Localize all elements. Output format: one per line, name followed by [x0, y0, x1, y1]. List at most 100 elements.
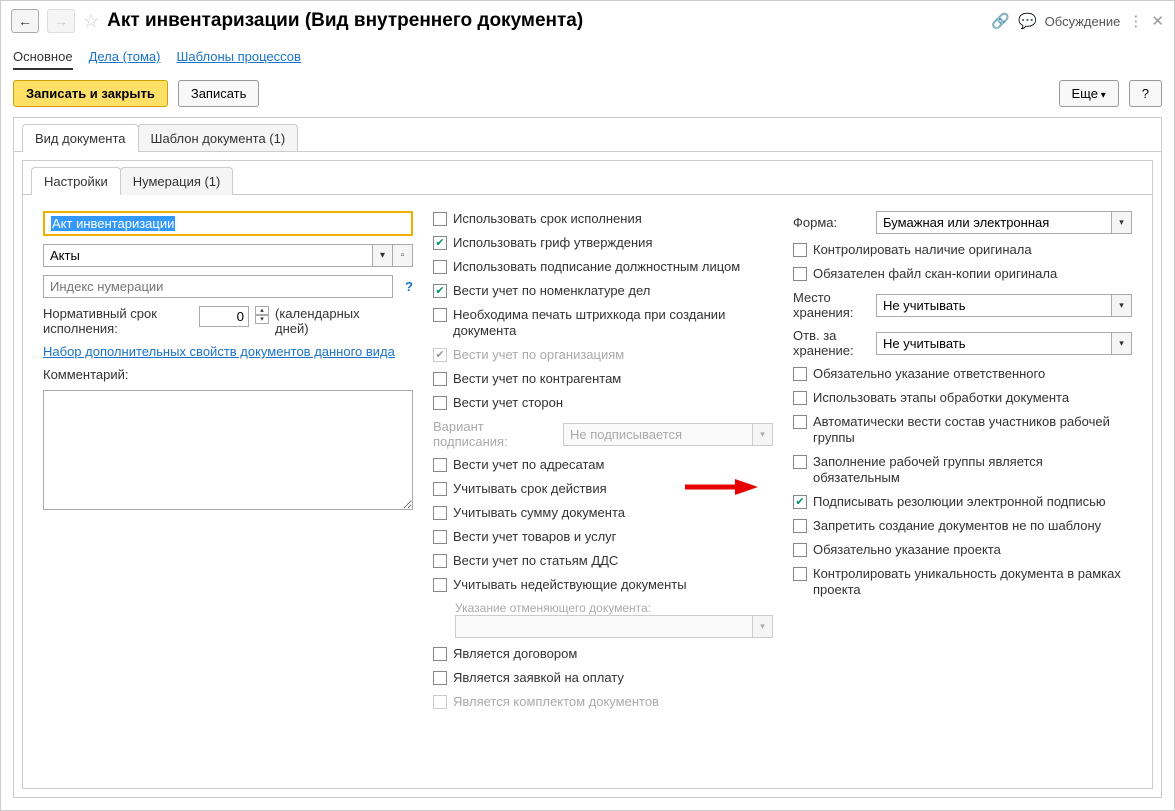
lbl-unique-in-project: Контролировать уникальность документа в … [813, 566, 1132, 598]
lbl-sum: Учитывать сумму документа [453, 505, 625, 521]
lbl-workgroup-required: Заполнение рабочей группы является обяза… [813, 454, 1132, 486]
chk-is-payment[interactable] [433, 671, 447, 685]
lbl-goods: Вести учет товаров и услуг [453, 529, 616, 545]
lbl-is-set: Является комплектом документов [453, 694, 659, 710]
chk-dds[interactable] [433, 554, 447, 568]
lbl-is-contract: Является договором [453, 646, 577, 662]
chk-workgroup-required[interactable] [793, 455, 807, 469]
close-icon[interactable]: ✕ [1151, 12, 1164, 30]
lbl-processing-stages: Использовать этапы обработки документа [813, 390, 1069, 406]
num-index-help[interactable]: ? [405, 279, 413, 294]
favorite-star-icon[interactable]: ☆ [83, 11, 99, 32]
tab-doc-kind[interactable]: Вид документа [22, 124, 139, 152]
norm-unit: (календарных дней) [275, 306, 365, 336]
navtab-cases[interactable]: Дела (тома) [89, 45, 161, 70]
norm-value[interactable] [199, 306, 249, 327]
discuss-link[interactable]: Обсуждение [1045, 14, 1121, 29]
norm-down[interactable]: ▾ [255, 315, 269, 324]
comment-label: Комментарий: [43, 367, 413, 382]
lbl-auto-workgroup: Автоматически вести состав участников ра… [813, 414, 1132, 446]
chk-project-required[interactable] [793, 543, 807, 557]
lbl-parties: Вести учет сторон [453, 395, 563, 411]
lbl-dds: Вести учет по статьям ДДС [453, 553, 618, 569]
store-dd[interactable]: ▾ [1112, 294, 1132, 317]
chk-nomenclature[interactable] [433, 284, 447, 298]
page-title: Акт инвентаризации (Вид внутреннего доку… [107, 10, 983, 32]
addprops-link[interactable]: Набор дополнительных свойств документов … [43, 344, 413, 359]
resp-dd[interactable]: ▾ [1112, 332, 1132, 355]
chk-auto-workgroup[interactable] [793, 415, 807, 429]
chk-unique-in-project[interactable] [793, 567, 807, 581]
lbl-nomenclature: Вести учет по номенклатуре дел [453, 283, 650, 299]
tab-settings[interactable]: Настройки [31, 167, 121, 195]
save-close-button[interactable]: Записать и закрыть [13, 80, 168, 107]
chk-use-deadline[interactable] [433, 212, 447, 226]
help-button[interactable]: ? [1129, 80, 1162, 107]
back-button[interactable]: ← [11, 9, 39, 33]
sign-variant-select [563, 423, 753, 446]
chk-resp-required[interactable] [793, 367, 807, 381]
chk-is-contract[interactable] [433, 647, 447, 661]
sign-variant-label: Вариант подписания: [433, 419, 557, 449]
chk-use-approval[interactable] [433, 236, 447, 250]
discuss-icon[interactable]: 💬 [1018, 12, 1037, 30]
form-dd[interactable]: ▾ [1112, 211, 1132, 234]
more-button[interactable]: Еще [1059, 80, 1119, 107]
form-select[interactable] [876, 211, 1112, 234]
name-field[interactable]: Акт инвентаризации [51, 216, 175, 231]
resp-select[interactable] [876, 332, 1112, 355]
resp-label: Отв. за хранение: [793, 328, 868, 358]
comment-field[interactable] [43, 390, 413, 510]
lbl-invalid-docs: Учитывать недействующие документы [453, 577, 687, 593]
lbl-scan-required: Обязателен файл скан-копии оригинала [813, 266, 1057, 282]
kebab-icon[interactable]: ⋮ [1128, 12, 1143, 30]
store-select[interactable] [876, 294, 1112, 317]
lbl-validity: Учитывать срок действия [453, 481, 607, 497]
chk-parties[interactable] [433, 396, 447, 410]
lbl-forbid-no-template: Запретить создание документов не по шабл… [813, 518, 1101, 534]
chk-processing-stages[interactable] [793, 391, 807, 405]
name-field-wrapper: Акт инвентаризации [43, 211, 413, 236]
group-dropdown[interactable]: ▾ [373, 244, 393, 267]
lbl-by-org: Вести учет по организациям [453, 347, 624, 363]
chk-sum[interactable] [433, 506, 447, 520]
form-label: Форма: [793, 215, 868, 230]
chk-by-org [433, 348, 447, 362]
save-button[interactable]: Записать [178, 80, 260, 107]
chk-by-contragent[interactable] [433, 372, 447, 386]
lbl-is-payment: Является заявкой на оплату [453, 670, 624, 686]
sign-variant-dd: ▾ [753, 423, 773, 446]
lbl-by-contragent: Вести учет по контрагентам [453, 371, 621, 387]
navtab-main[interactable]: Основное [13, 45, 73, 70]
group-field[interactable] [43, 244, 373, 267]
lbl-project-required: Обязательно указание проекта [813, 542, 1001, 558]
lbl-use-approval: Использовать гриф утверждения [453, 235, 652, 251]
lbl-by-addressee: Вести учет по адресатам [453, 457, 604, 473]
group-open[interactable]: ▫ [393, 244, 413, 267]
chk-goods[interactable] [433, 530, 447, 544]
tab-doc-template[interactable]: Шаблон документа (1) [138, 124, 299, 152]
norm-label: Нормативный срок исполнения: [43, 306, 193, 336]
lbl-use-signing: Использовать подписание должностным лицо… [453, 259, 740, 275]
tab-numbering[interactable]: Нумерация (1) [120, 167, 234, 195]
chk-use-signing[interactable] [433, 260, 447, 274]
norm-up[interactable]: ▴ [255, 306, 269, 315]
store-label: Место хранения: [793, 290, 868, 320]
chk-by-addressee[interactable] [433, 458, 447, 472]
lbl-resp-required: Обязательно указание ответственного [813, 366, 1045, 382]
lbl-barcode: Необходима печать штрихкода при создании… [453, 307, 773, 339]
chk-validity[interactable] [433, 482, 447, 496]
chk-forbid-no-template[interactable] [793, 519, 807, 533]
link-icon[interactable]: 🔗 [991, 12, 1010, 30]
chk-sign-resolutions[interactable] [793, 495, 807, 509]
lbl-sign-resolutions: Подписывать резолюции электронной подпис… [813, 494, 1106, 510]
navtab-templates[interactable]: Шаблоны процессов [176, 45, 300, 70]
chk-scan-required[interactable] [793, 267, 807, 281]
chk-is-set [433, 695, 447, 709]
forward-button[interactable]: → [47, 9, 75, 33]
num-index-field[interactable] [43, 275, 393, 298]
chk-control-original[interactable] [793, 243, 807, 257]
cancel-doc-select [455, 615, 753, 638]
chk-invalid-docs[interactable] [433, 578, 447, 592]
chk-barcode[interactable] [433, 308, 447, 322]
